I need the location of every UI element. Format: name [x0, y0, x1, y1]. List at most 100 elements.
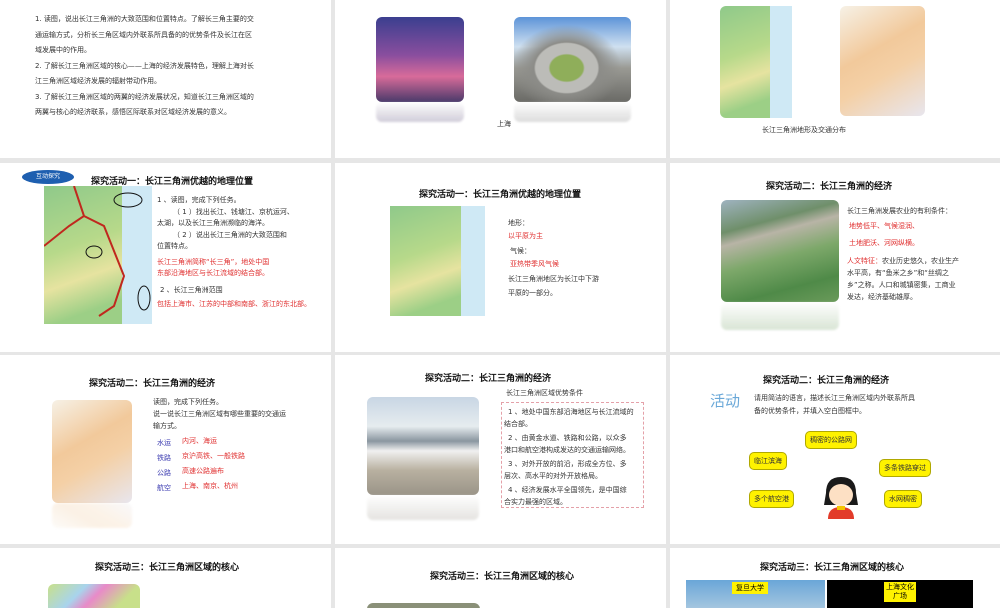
- advantage-text: 3 、对外开放的前沿，形成全方位、多: [508, 460, 627, 468]
- activity-text: 备的优势条件，并填入空白图框中。: [754, 407, 866, 415]
- advantage-text: 层次、高水平的对外开放格局。: [504, 472, 602, 480]
- slide-title: 探究活动三：长江三角洲区域的核心: [430, 572, 575, 582]
- note-text: 长江三角洲地区为长江中下游: [508, 275, 599, 283]
- speech-bubble: 多条铁路穿过: [879, 459, 931, 477]
- slide-title: 探究活动二：长江三角洲的经济: [89, 379, 216, 389]
- photo-label: 上海文化广场: [884, 582, 916, 602]
- transport-value: 高速公路遍布: [182, 467, 224, 475]
- slide-title: 探究活动一：长江三角洲优越的地理位置: [419, 190, 582, 200]
- delta-map: [44, 186, 152, 324]
- advantage-text: 2 、由黄金水道、铁路和公路，以众多: [508, 434, 627, 442]
- human-text: 乡”之称。人口和城镇密集，工商业: [847, 281, 956, 289]
- answer-text: 包括上海市、江苏的中部和南部、浙江的东北部。: [157, 300, 311, 308]
- objective-line: 江三角洲区域经济发展的辐射带动作用。: [35, 77, 161, 85]
- terrain-label: 地形：: [508, 219, 529, 227]
- note-text: 平原的一部分。: [508, 289, 557, 297]
- human-text: 发达，经济基础雄厚。: [847, 293, 917, 301]
- objectives-text: 1. 读图，说出长江三角洲的大致范围和位置特点。了解长三角主要的交 通运输方式，…: [35, 12, 254, 121]
- objective-line: 2. 了解长江三角洲区域的核心——上海的经济发展特色，理解上海对长: [35, 61, 254, 70]
- transport-type: 铁路: [157, 454, 171, 462]
- transport-value: 上海、南京、杭州: [182, 482, 238, 490]
- overpass-photo: [514, 17, 631, 102]
- climate-value: 亚热带季风气候: [510, 260, 559, 268]
- slide-title: 探究活动二：长江三角洲的经济: [425, 374, 552, 384]
- transport-type: 公路: [157, 469, 171, 477]
- river-lines: [44, 186, 151, 317]
- subtitle: 长江三角洲区域优势条件: [506, 389, 583, 397]
- transport-type: 航空: [157, 484, 171, 492]
- question-text: 读图，完成下列任务。: [153, 398, 223, 406]
- human-text: 农业历史悠久，农业生产: [882, 257, 959, 265]
- question-text: 输方式。: [153, 422, 181, 430]
- transport-type: 水运: [157, 439, 171, 447]
- slide-thumbnail-4[interactable]: 互动探究 探究活动一：长江三角洲优越的地理位置 1 、读图，完成下列任务。 （ …: [0, 163, 331, 352]
- condition-text: 地势低平、气候湿润、: [849, 222, 919, 230]
- slide-thumbnail-8[interactable]: 探究活动二：长江三角洲的经济 长江三角洲区域优势条件 1 、地处中国东部沿海地区…: [335, 355, 666, 544]
- speech-bubble: 水网稠密: [884, 490, 922, 508]
- transport-value: 内河、海运: [182, 437, 217, 445]
- slide-thumbnail-5[interactable]: 探究活动一：长江三角洲优越的地理位置 地形： 以平原为主 气候： 亚热带季风气候…: [335, 163, 666, 352]
- photo-reflection: [52, 503, 132, 528]
- terrain-map: [390, 206, 485, 316]
- farmland-photo: [721, 200, 839, 302]
- slide-thumbnail-1[interactable]: 1. 读图，说出长江三角洲的大致范围和位置特点。了解长三角主要的交 通运输方式，…: [0, 0, 331, 158]
- objective-line: 两翼与核心的经济联系，感悟区际联系对区域经济发展的意义。: [35, 108, 231, 116]
- slide-thumbnail-10[interactable]: 探究活动三：长江三角洲区域的核心: [0, 548, 331, 608]
- slide-thumbnail-12[interactable]: 探究活动三：长江三角洲区域的核心 复旦大学 上海文化广场: [670, 548, 1000, 608]
- objective-line: 3. 了解长江三角洲区域的两翼的经济发展状况，知道长江三角洲区域的: [35, 92, 254, 101]
- advantage-text: 结合部。: [504, 420, 532, 428]
- objective-line: 通运输方式，分析长三角区域内外联系所具备的的优势条件及长江在区: [35, 30, 252, 39]
- transport-map: [52, 400, 132, 503]
- photo-reflection: [376, 102, 464, 122]
- activity-text: 请用简洁的语言，描述长江三角洲区域内外联系所具: [754, 394, 915, 402]
- transport-value: 京沪高铁、一般铁路: [182, 452, 245, 460]
- advantage-text: 合实力最强的区域。: [504, 498, 567, 506]
- caption: 上海: [497, 120, 511, 128]
- culture-square-photo: 上海文化广场: [827, 580, 973, 608]
- task-text: 1 、读图，完成下列任务。: [157, 196, 241, 204]
- girl-illustration: [824, 477, 858, 519]
- terrain-value: 以平原为主: [508, 232, 543, 240]
- photo-reflection: [721, 302, 839, 330]
- speech-bubble: 稠密的公路网: [805, 431, 857, 449]
- human-text: 水平高，有“鱼米之乡”和“丝绸之: [847, 269, 949, 277]
- advantages-box: 1 、地处中国东部沿海地区与长江流域的 结合部。 2 、由黄金水道、铁路和公路，…: [501, 402, 644, 508]
- task-text: 太湖，以及长江三角洲濒临的海洋。: [157, 219, 269, 227]
- fudan-university-photo: 复旦大学: [686, 580, 825, 608]
- climate-label: 气候：: [510, 247, 531, 255]
- advantage-text: 1 、地处中国东部沿海地区与长江流域的: [508, 408, 634, 416]
- advantage-text: 4 、经济发展水平全国领先，是中国综: [508, 486, 627, 494]
- interactive-badge: 互动探究: [22, 170, 74, 184]
- speech-bubble: 多个航空港: [749, 490, 794, 508]
- answer-text: 东部沿海地区与长江流域的结合部。: [157, 269, 269, 277]
- speech-bubble: 临江滨海: [749, 452, 787, 470]
- objective-line: 1. 读图，说出长江三角洲的大致范围和位置特点。了解长三角主要的交: [35, 15, 254, 23]
- objective-line: 域发展中的作用。: [35, 46, 91, 54]
- photo-label: 复旦大学: [732, 582, 768, 594]
- human-label: 人文特征：: [847, 257, 882, 265]
- activity-label: 活动: [710, 392, 741, 410]
- slide-title: 探究活动二：长江三角洲的经济: [766, 182, 893, 192]
- slide-thumbnail-3[interactable]: 长江三角洲地形及交通分布: [670, 0, 1000, 158]
- question-text: 说一说长江三角洲区域有哪些重要的交通运: [153, 410, 286, 418]
- caption: 长江三角洲地形及交通分布: [762, 126, 846, 134]
- slide-thumbnail-9[interactable]: 探究活动二：长江三角洲的经济 活动 请用简洁的语言，描述长江三角洲区域内外联系所…: [670, 355, 1000, 544]
- task-text: 2 、长江三角洲范围: [160, 286, 223, 294]
- slide-thumbnail-2[interactable]: 上海: [335, 0, 666, 158]
- slide-thumbnail-7[interactable]: 探究活动二：长江三角洲的经济 读图，完成下列任务。 说一说长江三角洲区域有哪些重…: [0, 355, 331, 544]
- slide-title: 探究活动三：长江三角洲区域的核心: [760, 563, 905, 573]
- terrain-map: [720, 6, 792, 118]
- slide-title: 探究活动二：长江三角洲的经济: [763, 376, 890, 386]
- photo: [367, 603, 480, 608]
- condition-text: 土地肥沃、河网纵横。: [849, 239, 919, 247]
- photo-reflection: [367, 495, 479, 520]
- shanghai-skyline-photo: [376, 17, 464, 102]
- map-image: [48, 584, 140, 608]
- intro-text: 长江三角洲发展农业的有利条件：: [847, 207, 952, 215]
- advantage-text: 港口和航空港构成发达的交通运输网络。: [504, 446, 630, 454]
- airport-photo: [367, 397, 479, 495]
- slide-title: 探究活动三：长江三角洲区域的核心: [95, 563, 240, 573]
- task-text: 位置特点。: [157, 242, 192, 250]
- slide-thumbnail-6[interactable]: 探究活动二：长江三角洲的经济 长江三角洲发展农业的有利条件： 地势低平、气候湿润…: [670, 163, 1000, 352]
- slide-thumbnail-11[interactable]: 探究活动三：长江三角洲区域的核心: [335, 548, 666, 608]
